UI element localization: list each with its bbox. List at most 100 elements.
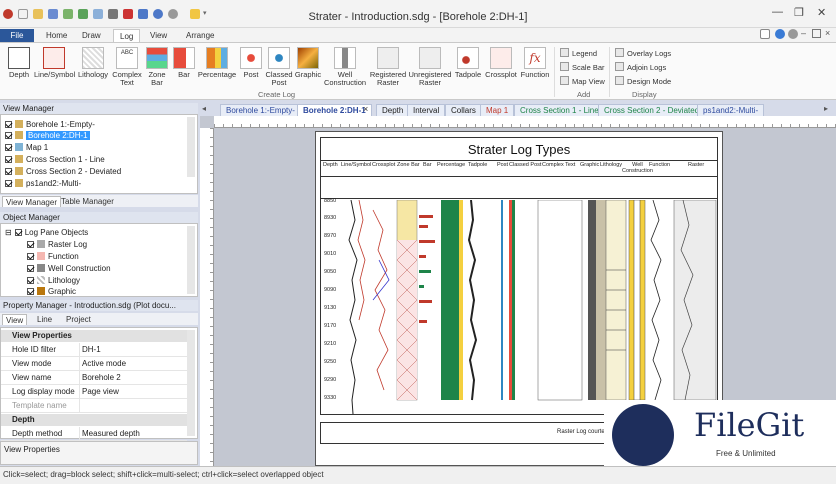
view-checkbox[interactable] — [5, 132, 12, 139]
close-tab-icon[interactable]: × — [363, 104, 368, 114]
view-item[interactable]: ps1and2:-Multi- — [5, 179, 81, 188]
ribbon-up-icon[interactable] — [760, 29, 770, 39]
doc-restore-icon[interactable] — [812, 29, 821, 38]
display-group-label: Display — [632, 90, 657, 99]
view-checkbox[interactable] — [5, 180, 12, 187]
object-checkbox[interactable] — [27, 265, 34, 272]
object-item[interactable]: Lithology — [27, 276, 80, 285]
object-checkbox[interactable] — [27, 277, 34, 284]
unregistered-raster-log-button[interactable]: Unregistered Raster — [408, 47, 452, 87]
tadpole-log-button[interactable]: Tadpole — [453, 47, 483, 79]
property-scrollbar[interactable] — [187, 330, 195, 436]
log-pane[interactable]: Strater Log Types Depth Line/Symbol Cros… — [320, 137, 718, 415]
bar-log-button[interactable]: Bar — [172, 47, 196, 79]
property-row[interactable]: View name Borehole 2 — [1, 371, 187, 385]
property-row[interactable]: Depth method Measured depth — [1, 427, 187, 441]
close-button[interactable]: ✕ — [817, 6, 826, 19]
graphic-log-button[interactable]: Graphic — [294, 47, 322, 79]
tab-file[interactable]: File — [0, 29, 34, 42]
object-item[interactable]: Raster Log — [27, 240, 87, 249]
property-value[interactable]: Measured depth — [79, 427, 187, 441]
view-checkbox[interactable] — [5, 121, 12, 128]
well-construction-log-button[interactable]: Well Construction — [323, 47, 367, 87]
view-item[interactable]: Borehole 1:-Empty- — [5, 120, 95, 129]
crossplot-log-label: Crossplot — [485, 70, 517, 79]
property-row[interactable]: View mode Active mode — [1, 357, 187, 371]
property-row[interactable]: Log display mode Page view — [1, 385, 187, 399]
depth-log-button[interactable]: Depth — [4, 47, 34, 79]
doc-tab[interactable]: Depth — [376, 104, 410, 116]
object-item[interactable]: Graphic — [27, 287, 76, 296]
view-item-selected[interactable]: Borehole 2:DH-1 — [5, 131, 90, 140]
view-manager-scrollbar[interactable] — [187, 117, 195, 177]
map-view-button[interactable]: Map View — [560, 76, 605, 86]
doc-tab[interactable]: Cross Section 1 - Line — [514, 104, 605, 116]
tab-arrange[interactable]: Arrange — [180, 29, 220, 42]
tab-log[interactable]: Log — [113, 29, 141, 42]
object-manager-scrollbar[interactable] — [187, 226, 195, 294]
property-row[interactable]: Hole ID filter DH-1 — [1, 343, 187, 357]
tab-project-properties[interactable]: Project — [63, 314, 94, 325]
tab-view-properties[interactable]: View — [2, 314, 28, 325]
view-item[interactable]: Map 1 — [5, 143, 48, 152]
property-value[interactable]: Active mode — [79, 357, 187, 371]
design-mode-button[interactable]: Design Mode — [615, 76, 671, 86]
help-icon[interactable] — [775, 29, 785, 39]
legend-button[interactable]: Legend — [560, 48, 597, 58]
lithology-log-button[interactable]: Lithology — [76, 47, 110, 79]
design-mode-label: Design Mode — [627, 77, 672, 86]
function-log-button[interactable]: fx Function — [518, 47, 552, 79]
scale-bar-button[interactable]: Scale Bar — [560, 62, 605, 72]
doc-tab-active[interactable]: Borehole 2:DH-1 — [297, 104, 372, 116]
line-symbol-log-button[interactable]: Line/Symbol — [34, 47, 75, 79]
options-icon[interactable] — [788, 29, 798, 39]
doc-tab[interactable]: ps1and2:-Multi- — [697, 104, 765, 116]
object-checkbox[interactable] — [14, 229, 22, 236]
doc-tab[interactable]: Borehole 1:-Empty- — [220, 104, 301, 116]
tab-view-manager[interactable]: View Manager — [2, 196, 61, 207]
overlay-logs-button[interactable]: Overlay Logs — [615, 48, 671, 58]
complex-text-log-button[interactable]: ABC Complex Text — [112, 47, 142, 87]
tab-table-manager[interactable]: Table Manager — [58, 196, 117, 207]
post-log-button[interactable]: Post — [239, 47, 263, 79]
object-checkbox[interactable] — [27, 253, 34, 260]
property-value[interactable]: Page view — [79, 385, 187, 399]
property-value[interactable]: DH-1 — [79, 343, 187, 357]
scroll-left-icon[interactable]: ◂ — [202, 104, 206, 113]
depth-label: 8930 — [324, 215, 337, 221]
minimize-button[interactable]: — — [772, 6, 783, 18]
depth-label: 9090 — [324, 287, 337, 293]
object-item[interactable]: Function — [27, 252, 79, 261]
object-item[interactable]: Well Construction — [27, 264, 111, 273]
doc-tab[interactable]: Collars — [445, 104, 482, 116]
object-checkbox[interactable] — [27, 288, 34, 295]
object-item[interactable]: ⊟ Log Pane Objects — [5, 228, 88, 237]
doc-minimize-icon[interactable]: – — [801, 29, 811, 39]
depth-section[interactable]: Depth — [1, 414, 187, 426]
doc-tab[interactable]: Map 1 — [480, 104, 515, 116]
tab-line-properties[interactable]: Line — [34, 314, 55, 325]
crossplot-log-button[interactable]: Crossplot — [484, 47, 518, 79]
doc-tab[interactable]: Cross Section 2 - Deviated — [598, 104, 706, 116]
zone-bar-log-button[interactable]: Zone Bar — [143, 47, 171, 87]
object-checkbox[interactable] — [27, 241, 34, 248]
adjoin-logs-button[interactable]: Adjoin Logs — [615, 62, 666, 72]
view-checkbox[interactable] — [5, 156, 12, 163]
view-checkbox[interactable] — [5, 144, 12, 151]
view-item[interactable]: Cross Section 2 - Deviated — [5, 167, 121, 176]
registered-raster-log-button[interactable]: Registered Raster — [369, 47, 407, 87]
maximize-button[interactable]: ❐ — [794, 6, 804, 19]
view-checkbox[interactable] — [5, 168, 12, 175]
scroll-right-icon[interactable]: ▸ — [824, 104, 828, 113]
tab-draw[interactable]: Draw — [76, 29, 107, 42]
collapse-icon[interactable]: ⊟ — [5, 228, 12, 237]
property-value[interactable]: Borehole 2 — [79, 371, 187, 385]
doc-tab[interactable]: Interval — [407, 104, 446, 116]
view-properties-section[interactable]: View Properties — [1, 330, 187, 342]
view-item[interactable]: Cross Section 1 - Line — [5, 155, 105, 164]
tab-view[interactable]: View — [144, 29, 173, 42]
tab-home[interactable]: Home — [40, 29, 73, 42]
classed-post-log-button[interactable]: Classed Post — [264, 47, 294, 87]
percentage-log-button[interactable]: Percentage — [197, 47, 237, 79]
doc-close-icon[interactable]: × — [825, 29, 830, 38]
